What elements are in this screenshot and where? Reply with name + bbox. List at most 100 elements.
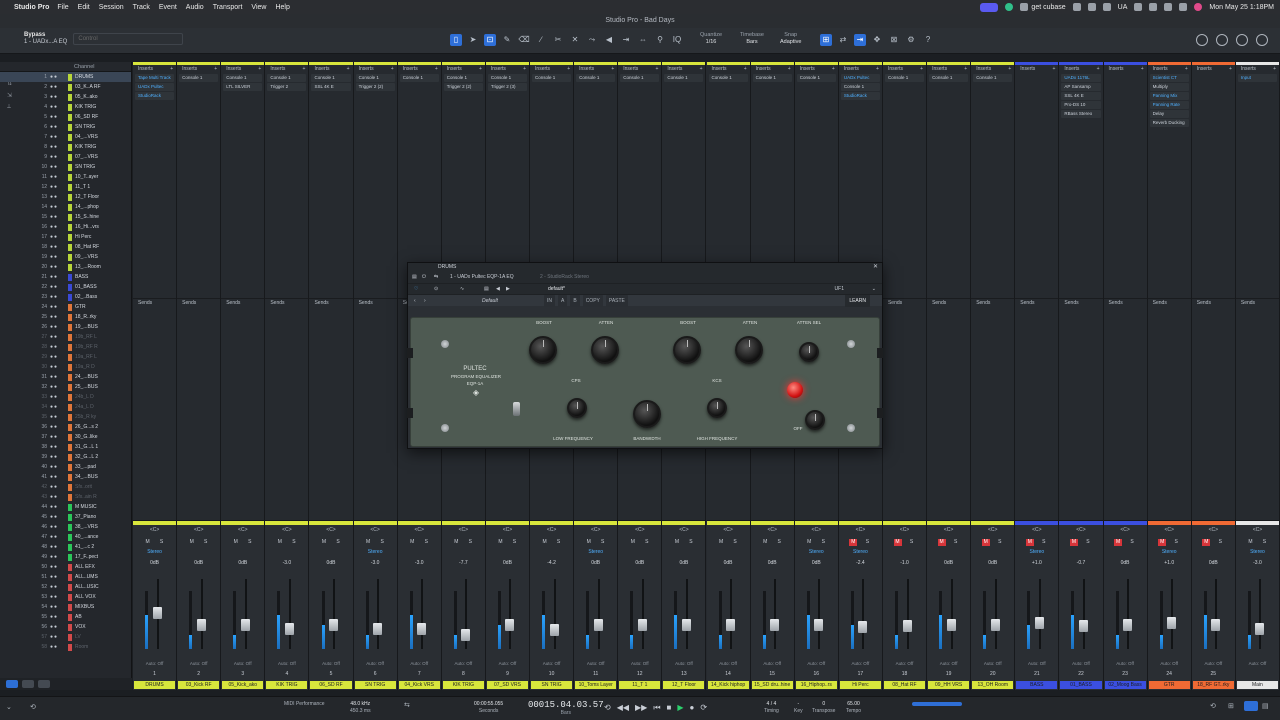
sends-header[interactable]: Sends bbox=[133, 298, 177, 306]
input-language[interactable]: UA bbox=[1118, 4, 1128, 11]
mute-button[interactable]: M bbox=[717, 539, 725, 546]
visibility-icon[interactable]: ●● bbox=[50, 144, 68, 150]
strip-name[interactable]: KIK TRIG bbox=[266, 681, 308, 689]
record-icon[interactable]: ● bbox=[690, 703, 695, 713]
fader-handle[interactable] bbox=[373, 623, 383, 635]
volume-readout[interactable]: 0dB bbox=[927, 560, 970, 566]
volume-readout[interactable]: -3.0 bbox=[398, 560, 441, 566]
sends-header[interactable]: Sends bbox=[971, 298, 1015, 306]
solo-button[interactable]: S bbox=[246, 539, 254, 546]
channel-mode[interactable] bbox=[618, 549, 661, 556]
visibility-icon[interactable]: ●● bbox=[50, 394, 68, 400]
routing-icon[interactable]: <C> bbox=[486, 527, 529, 533]
solo-button[interactable]: S bbox=[555, 539, 563, 546]
volume-readout[interactable]: 0dB bbox=[618, 560, 661, 566]
strip-name[interactable]: 06_SD RF bbox=[310, 681, 352, 689]
automation-mode[interactable]: Auto: Off bbox=[707, 661, 750, 666]
help-icon[interactable]: ? bbox=[922, 34, 934, 46]
mute-button[interactable]: M bbox=[805, 539, 813, 546]
inserts-header[interactable]: Inserts + bbox=[1015, 65, 1058, 73]
volume-readout[interactable]: 0dB bbox=[221, 560, 264, 566]
automation-mode[interactable]: Auto: Off bbox=[265, 661, 308, 666]
channel-row[interactable]: 24 ●● GTR bbox=[0, 302, 131, 312]
auto-scroll-icon[interactable]: ⇥ bbox=[620, 34, 632, 46]
avatar[interactable] bbox=[1196, 34, 1208, 46]
loop-toggle-icon[interactable]: ⟲ bbox=[604, 703, 611, 713]
add-insert-icon[interactable]: + bbox=[876, 65, 879, 73]
channel-row[interactable]: 8 ●● KIK TRIG bbox=[0, 142, 131, 152]
strip-name[interactable]: 16_Hiphop..rs bbox=[795, 681, 837, 689]
solo-button[interactable]: S bbox=[334, 539, 342, 546]
insert-slot[interactable]: Console 1 bbox=[664, 74, 704, 82]
routing-icon[interactable]: <C> bbox=[177, 527, 220, 533]
channel-row[interactable]: 16 ●● 16_Hi...vrs bbox=[0, 222, 131, 232]
channel-row[interactable]: 34 ●● 24a_L D bbox=[0, 402, 131, 412]
return-to-start-icon[interactable]: ⏮ bbox=[653, 703, 660, 713]
visibility-icon[interactable]: ●● bbox=[50, 594, 68, 600]
home-icon[interactable] bbox=[1256, 34, 1268, 46]
automation-mode[interactable]: Auto: Off bbox=[177, 661, 220, 666]
visibility-icon[interactable]: ●● bbox=[50, 424, 68, 430]
channel-mode[interactable]: Stereo bbox=[795, 549, 838, 556]
channel-row[interactable]: 11 ●● 10_T..ayer bbox=[0, 172, 131, 182]
add-insert-icon[interactable]: + bbox=[391, 65, 394, 73]
visibility-icon[interactable]: ●● bbox=[50, 624, 68, 630]
visibility-icon[interactable]: ●● bbox=[50, 164, 68, 170]
insert-slot[interactable]: Tape Multi Track bbox=[135, 74, 175, 82]
add-insert-icon[interactable]: + bbox=[523, 65, 526, 73]
show-fx-icon[interactable] bbox=[38, 680, 50, 688]
visibility-icon[interactable]: ●● bbox=[50, 494, 68, 500]
visibility-icon[interactable]: ●● bbox=[50, 534, 68, 540]
insert-slot[interactable]: UADx Pultec bbox=[840, 74, 880, 82]
fader-handle[interactable] bbox=[726, 619, 736, 631]
volume-readout[interactable]: 0dB bbox=[1104, 560, 1147, 566]
inserts-header[interactable]: Inserts + bbox=[883, 65, 926, 73]
time-bars[interactable]: 00015.04.03.57 Bars bbox=[528, 700, 604, 716]
solo-button[interactable]: S bbox=[1216, 539, 1224, 546]
rewind-icon[interactable]: ◀◀ bbox=[617, 703, 629, 713]
bend-tool-icon[interactable]: ⤳ bbox=[586, 34, 598, 46]
insert-slot[interactable]: SSL 4K E bbox=[1061, 92, 1101, 100]
channel-row[interactable]: 43 ●● Sfx..ain R bbox=[0, 492, 131, 502]
visibility-icon[interactable]: ●● bbox=[50, 204, 68, 210]
automation-mode[interactable]: Auto: Off bbox=[530, 661, 573, 666]
time-seconds[interactable]: 00:00:55.055 Seconds bbox=[474, 701, 503, 715]
insert-slot[interactable]: Console 1 bbox=[532, 74, 572, 82]
channel-row[interactable]: 55 ●● AB bbox=[0, 612, 131, 622]
insert-1-name[interactable]: 1 - UADx Pultec EQP-1A EQ bbox=[450, 272, 514, 283]
key[interactable]: - Key bbox=[794, 701, 803, 715]
fader-handle[interactable] bbox=[505, 619, 515, 631]
sends-header[interactable]: Sends bbox=[1015, 298, 1059, 306]
volume-readout[interactable]: 0dB bbox=[133, 560, 176, 566]
mute-button[interactable]: M bbox=[1069, 539, 1078, 546]
insert-slot[interactable]: SSL 4K E bbox=[311, 83, 351, 91]
get-cubase-item[interactable]: get cubase bbox=[1020, 3, 1066, 11]
volume-readout[interactable]: 0dB bbox=[662, 560, 705, 566]
automation-mode[interactable]: Auto: Off bbox=[927, 661, 970, 666]
audio-rate[interactable]: 48.0 kHz 450.3 ms bbox=[350, 701, 371, 715]
visibility-icon[interactable]: ●● bbox=[50, 524, 68, 530]
automation-mode[interactable]: Auto: Off bbox=[309, 661, 352, 666]
add-insert-icon[interactable]: + bbox=[1273, 65, 1276, 73]
channel-row[interactable]: 18 ●● 08_Hat RF bbox=[0, 242, 131, 252]
menu-transport[interactable]: Transport bbox=[213, 4, 243, 11]
visibility-icon[interactable]: ●● bbox=[50, 174, 68, 180]
mute-button[interactable]: M bbox=[585, 539, 593, 546]
routing-icon[interactable]: <C> bbox=[530, 527, 573, 533]
channel-row[interactable]: 12 ●● 11_T 1 bbox=[0, 182, 131, 192]
visibility-icon[interactable]: ●● bbox=[50, 614, 68, 620]
channel-row[interactable]: 35 ●● 25b_R ky bbox=[0, 412, 131, 422]
sends-header[interactable]: Sends bbox=[882, 298, 927, 306]
volume-readout[interactable]: +1.0 bbox=[1015, 560, 1058, 566]
edit-page-icon[interactable] bbox=[1236, 34, 1248, 46]
insert-slot[interactable]: Console 1 bbox=[620, 74, 660, 82]
insert-slot[interactable]: Console 1 bbox=[443, 74, 483, 82]
channel-row[interactable]: 9 ●● 07_...VRS bbox=[0, 152, 131, 162]
high-boost-knob[interactable] bbox=[673, 336, 701, 364]
visibility-icon[interactable]: ●● bbox=[50, 74, 68, 80]
channel-row[interactable]: 54 ●● MIXBUS bbox=[0, 602, 131, 612]
bypass-power-icon[interactable] bbox=[6, 33, 18, 45]
channel-row[interactable]: 44 ●● M MUSIC bbox=[0, 502, 131, 512]
high-frequency-knob[interactable] bbox=[707, 398, 727, 418]
solo-button[interactable]: S bbox=[158, 539, 166, 546]
